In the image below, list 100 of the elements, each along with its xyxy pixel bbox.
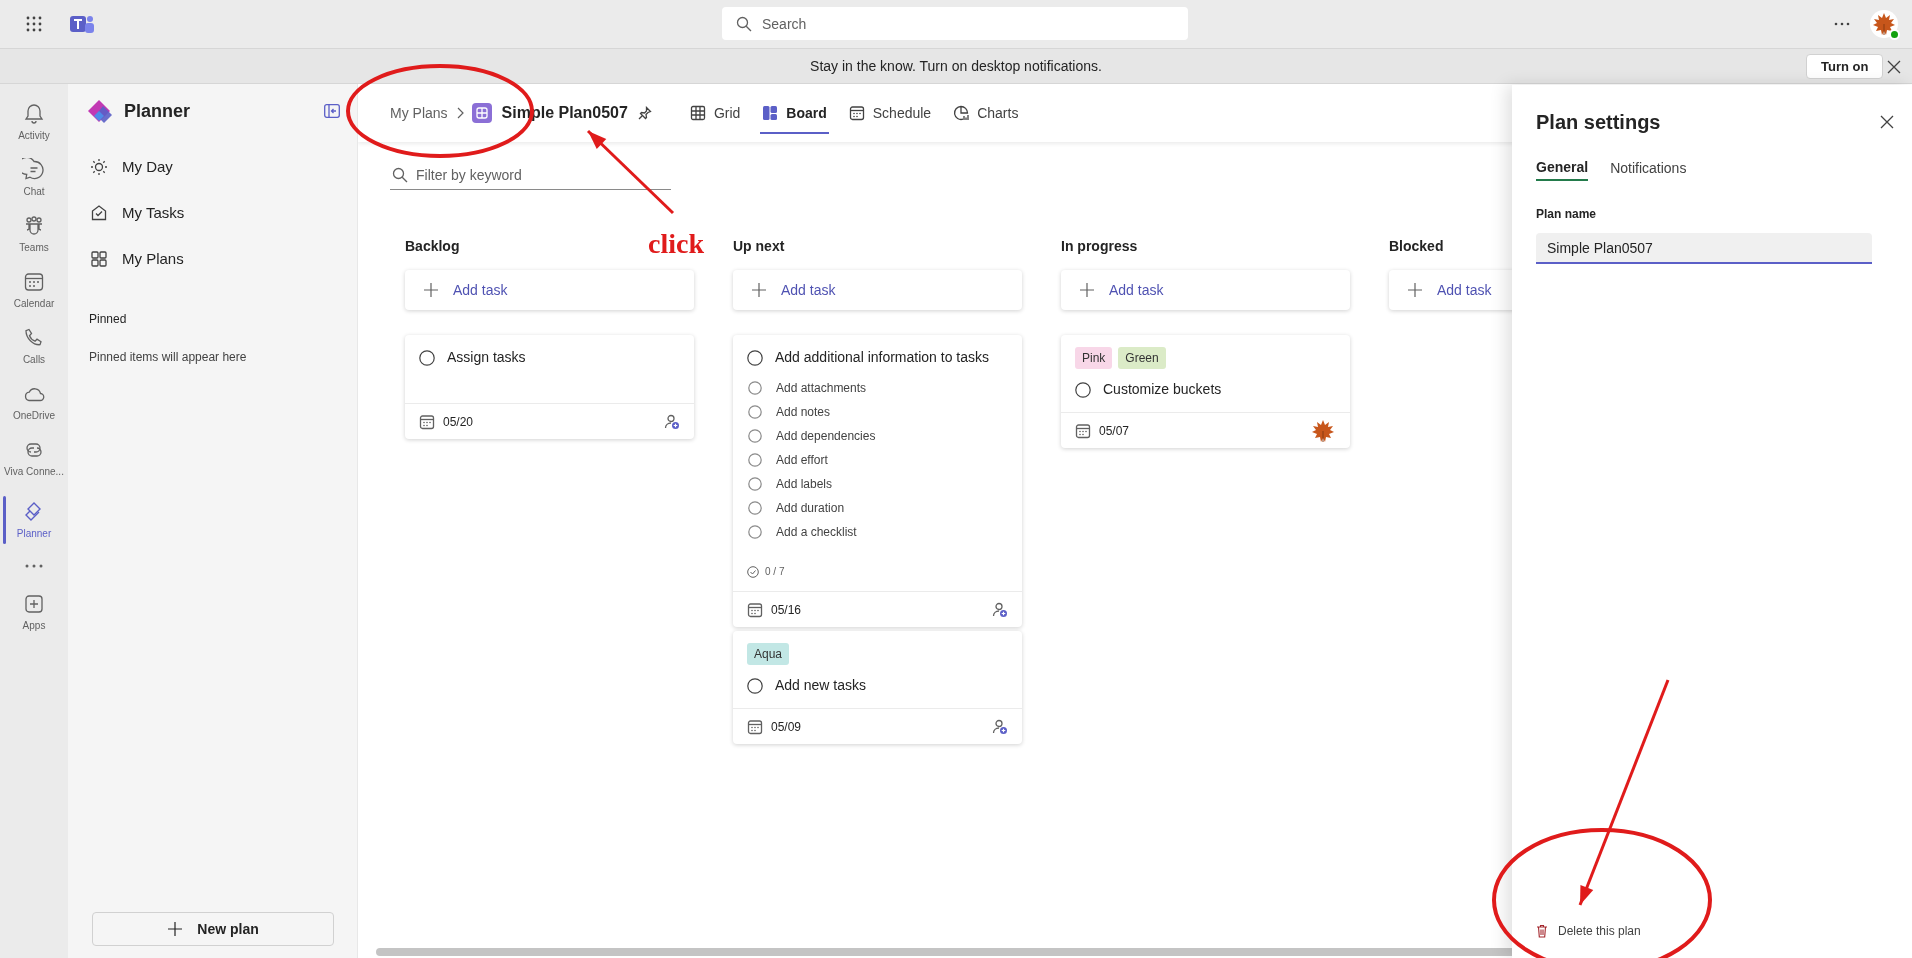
app-rail-item[interactable]: Planner [0, 492, 68, 548]
notification-text: Stay in the know. Turn on desktop notifications. [810, 56, 1102, 76]
teams-logo-icon [70, 13, 94, 35]
close-button[interactable] [1880, 115, 1894, 129]
task-card[interactable]: Add additional information to tasks Add attachments Add notes Add dependencies Add effort Add labels Add duration Add a checklist 0 / 7 05/16 [733, 335, 1022, 627]
search-icon [392, 167, 408, 183]
close-button[interactable] [1886, 59, 1902, 75]
plan-name-field[interactable]: Simple Plan0507 [1536, 233, 1872, 264]
app-rail-item[interactable]: Calls [0, 318, 68, 374]
add-task-button[interactable]: Add task [1061, 270, 1350, 310]
view-tab[interactable]: Schedule [842, 84, 938, 142]
app-rail-item[interactable]: Calendar [0, 262, 68, 318]
user-avatar[interactable] [1870, 10, 1898, 38]
trash-icon [1536, 924, 1548, 938]
due-date: 05/20 [443, 413, 474, 431]
checklist-item: Add labels [776, 476, 833, 493]
checklist-item: Add a checklist [776, 524, 857, 541]
task-title: Add new tasks [775, 676, 867, 695]
plus-icon [423, 282, 439, 298]
task-card[interactable]: Pink Green Customize buckets 05/07 [1061, 335, 1350, 448]
checklist-item: Add dependencies [776, 428, 876, 445]
label-tag: Aqua [747, 643, 790, 665]
bucket-title: In progress [1061, 237, 1138, 256]
search-icon [736, 16, 752, 32]
app-title: Planner [124, 99, 191, 123]
checklist-item: Add effort [776, 452, 828, 469]
add-task-button[interactable]: Add task [733, 270, 1022, 310]
label-tag: Pink [1075, 347, 1113, 369]
task-title: Add additional information to tasks [775, 348, 989, 367]
calendar-icon [848, 105, 865, 121]
close-icon [1880, 115, 1894, 129]
calendar-icon [747, 718, 763, 735]
collapse-panel-icon [324, 104, 340, 118]
plus-icon [167, 921, 184, 937]
sun-icon [90, 158, 108, 176]
settings-tab[interactable]: Notifications [1610, 155, 1687, 181]
checked-house-icon [90, 204, 108, 222]
field-label: Plan name [1536, 206, 1598, 223]
section-heading: Pinned [88, 311, 128, 328]
app-rail-item[interactable]: OneDrive [0, 374, 68, 430]
sidebar-item[interactable]: My Tasks [68, 190, 358, 236]
app-rail-item[interactable]: Teams [0, 206, 68, 262]
pin-button[interactable] [637, 106, 652, 120]
app-rail-item[interactable]: Activity [0, 94, 68, 150]
checklist-item: Add duration [776, 500, 845, 517]
label-tag: Green [1118, 347, 1166, 369]
plus-icon [1079, 282, 1095, 298]
bell-icon [22, 101, 46, 126]
add-task-button[interactable]: Add task [405, 270, 694, 310]
task-title: Assign tasks [447, 348, 526, 367]
app-rail-item[interactable]: Apps [0, 584, 68, 640]
search-field[interactable]: Search [722, 7, 1188, 40]
calendar-icon [419, 413, 435, 430]
task-title: Customize buckets [1103, 380, 1222, 399]
turn-on-button[interactable]: Turn on [1806, 54, 1884, 79]
collapse-sidebar-button[interactable] [324, 104, 340, 118]
plan-icon [471, 103, 492, 123]
check-circle-icon [747, 565, 759, 578]
calendar-icon [747, 601, 763, 618]
empty-circle-icon[interactable] [747, 349, 763, 366]
calendar-icon [1075, 422, 1091, 439]
empty-circle-icon[interactable] [419, 349, 435, 366]
app-launcher-icon [25, 15, 43, 33]
panel-title: Plan settings [1536, 110, 1661, 135]
view-tab[interactable]: Grid [683, 84, 747, 142]
new-plan-button[interactable]: New plan [92, 912, 334, 946]
leaf-icon [1871, 11, 1897, 37]
chat-bubble-icon [22, 157, 46, 182]
app-rail-item[interactable]: Chat [0, 150, 68, 206]
grid-icon [689, 105, 706, 121]
empty-circle-icon[interactable] [747, 677, 763, 694]
task-card[interactable]: Aqua Add new tasks 05/09 [733, 631, 1022, 744]
delete-plan-button[interactable]: Delete this plan [1536, 922, 1888, 940]
more-icon [25, 564, 43, 568]
pin-icon [637, 106, 652, 120]
sidebar-item[interactable]: My Day [68, 144, 358, 190]
board-icon [762, 105, 779, 121]
view-tab[interactable]: Board [756, 84, 833, 142]
due-date: 05/09 [771, 718, 802, 736]
empty-circle-icon[interactable] [1075, 381, 1091, 398]
checklist-item: Add attachments [776, 380, 867, 397]
filter-field[interactable]: Filter by keyword [390, 160, 671, 190]
bucket-title: Blocked [1389, 237, 1444, 256]
settings-tab[interactable]: General [1536, 155, 1589, 181]
more-icon [1834, 22, 1850, 26]
empty-state-text: Pinned items will appear here [88, 349, 248, 366]
app-rail-item[interactable]: Viva Conne... [0, 430, 68, 486]
bucket-title: Backlog [405, 237, 460, 256]
sidebar-item[interactable]: My Plans [68, 236, 358, 282]
checklist-count: 0 / 7 [765, 565, 785, 579]
bucket-title: Up next [733, 237, 785, 256]
annotation-label: click [648, 230, 704, 258]
task-card[interactable]: Assign tasks 05/20 [405, 335, 694, 439]
close-icon [1887, 60, 1901, 74]
chevron-right-icon [455, 107, 464, 119]
checklist-item: Add notes [776, 404, 831, 421]
view-tab[interactable]: Charts [947, 84, 1025, 142]
plus-icon [1407, 282, 1423, 298]
due-date: 05/07 [1099, 422, 1130, 440]
breadcrumb-link[interactable]: My Plans [390, 102, 448, 124]
